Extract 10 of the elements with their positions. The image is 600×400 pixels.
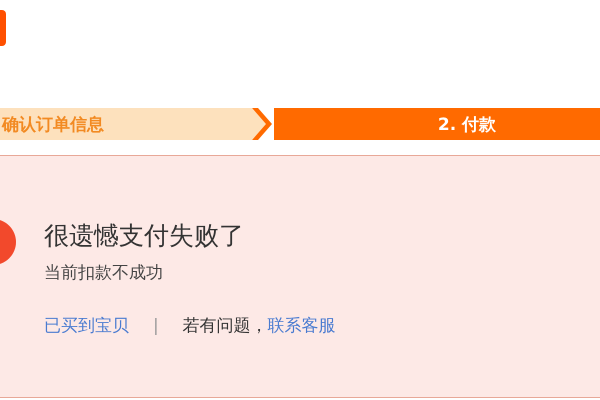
link[interactable]: 已买到宝贝: [44, 314, 129, 337]
separator: |: [153, 316, 159, 336]
error-icon: [0, 219, 16, 265]
link[interactable]: 联系客服: [268, 314, 336, 337]
logo-icon: [0, 10, 6, 46]
step: 2. 付款: [274, 108, 600, 140]
result-title: 很遗憾支付失败了: [44, 220, 245, 252]
chevron-icon: [252, 108, 272, 140]
help-text: 若有问题，: [182, 315, 268, 337]
result-message: 当前扣款不成功: [44, 262, 164, 284]
